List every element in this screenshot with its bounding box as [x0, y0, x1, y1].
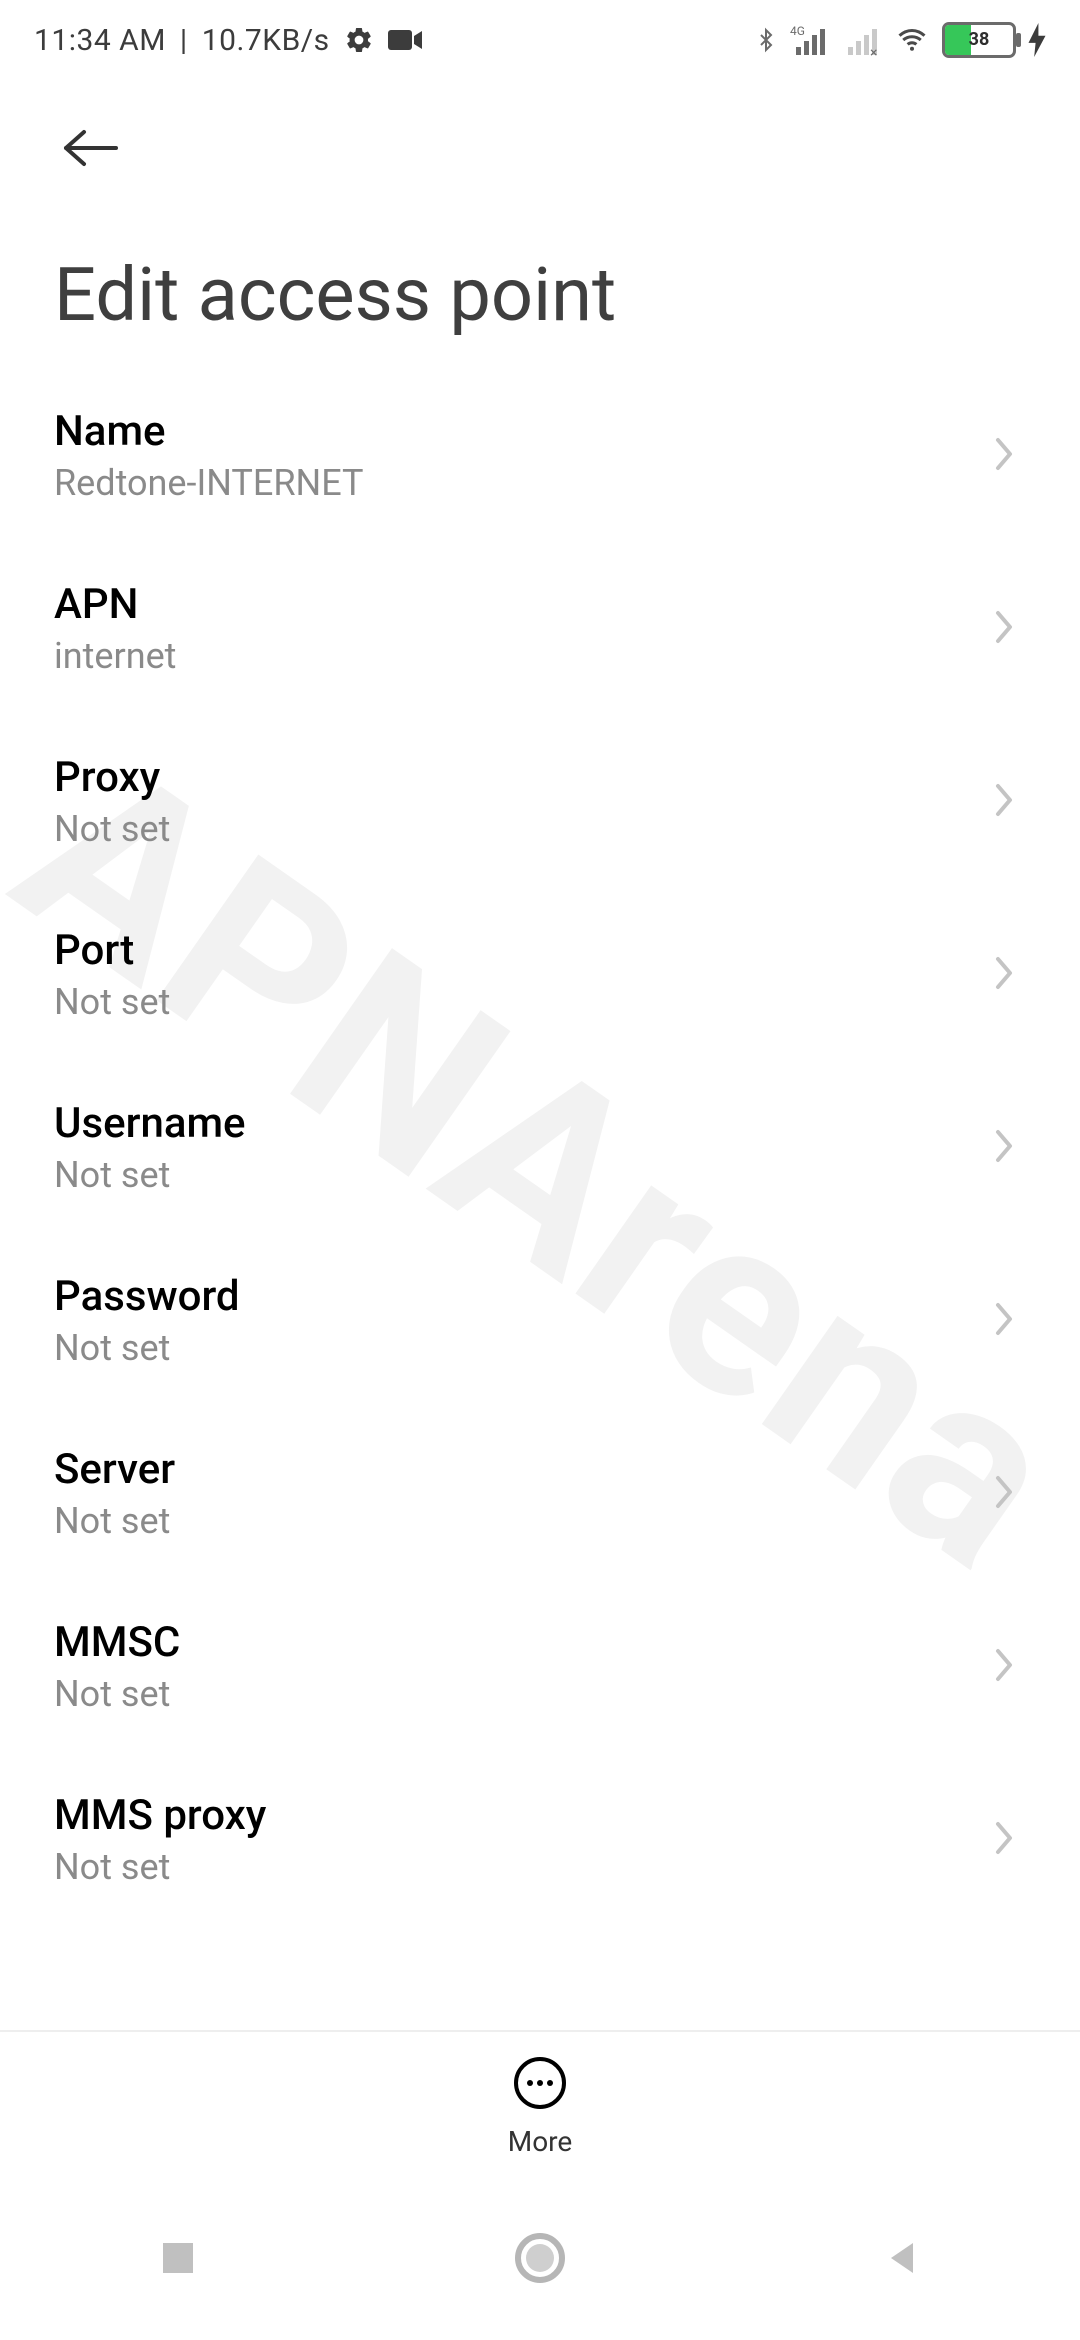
- svg-text:4G: 4G: [790, 24, 805, 38]
- setting-row-mmsc[interactable]: MMSC Not set: [0, 1580, 1080, 1753]
- bottom-action-bar: More: [0, 2030, 1080, 2180]
- chevron-right-icon: [992, 1645, 1016, 1689]
- setting-row-port[interactable]: Port Not set: [0, 888, 1080, 1061]
- status-net-speed: 10.7KB/s: [202, 23, 330, 58]
- wifi-icon: [894, 25, 930, 55]
- setting-value: Redtone-INTERNET: [54, 462, 364, 504]
- setting-row-password[interactable]: Password Not set: [0, 1234, 1080, 1407]
- setting-label: Username: [54, 1099, 246, 1148]
- battery-percent: 38: [969, 29, 990, 50]
- battery-fill: [945, 25, 971, 55]
- setting-row-proxy[interactable]: Proxy Not set: [0, 715, 1080, 888]
- setting-label: Name: [54, 407, 364, 456]
- settings-cog-icon: [344, 25, 374, 55]
- setting-value: Not set: [54, 1846, 266, 1888]
- more-icon: [512, 2055, 568, 2115]
- setting-label: MMSC: [54, 1618, 180, 1667]
- setting-row-apn[interactable]: APN internet: [0, 542, 1080, 715]
- charging-bolt-icon: [1028, 23, 1046, 57]
- bluetooth-icon: [754, 23, 778, 57]
- setting-row-username[interactable]: Username Not set: [0, 1061, 1080, 1234]
- chevron-right-icon: [992, 953, 1016, 997]
- more-button[interactable]: More: [508, 2055, 573, 2158]
- signal-no-sim-icon: ×: [842, 23, 882, 57]
- camera-icon: [388, 28, 422, 52]
- setting-value: Not set: [54, 1673, 180, 1715]
- settings-list: APNArena Name Redtone-INTERNET APN inter…: [0, 369, 1080, 1926]
- setting-value: Not set: [54, 1500, 175, 1542]
- chevron-right-icon: [992, 780, 1016, 824]
- setting-value: Not set: [54, 1327, 240, 1369]
- setting-label: Server: [54, 1445, 175, 1494]
- more-label: More: [508, 2125, 573, 2158]
- status-sep: |: [180, 23, 188, 58]
- setting-value: internet: [54, 635, 176, 677]
- arrow-left-icon: [60, 126, 120, 170]
- nav-back-button[interactable]: [879, 2235, 925, 2285]
- status-bar: 11:34 AM | 10.7KB/s 4G: [0, 0, 1080, 80]
- setting-row-mms-proxy[interactable]: MMS proxy Not set: [0, 1753, 1080, 1926]
- chevron-right-icon: [992, 1299, 1016, 1343]
- setting-label: Port: [54, 926, 170, 975]
- system-nav-bar: [0, 2180, 1080, 2340]
- setting-row-server[interactable]: Server Not set: [0, 1407, 1080, 1580]
- svg-text:×: ×: [870, 45, 877, 57]
- chevron-right-icon: [992, 607, 1016, 651]
- signal-4g-icon: 4G: [790, 23, 830, 57]
- nav-recents-button[interactable]: [155, 2235, 201, 2285]
- setting-value: Not set: [54, 981, 170, 1023]
- setting-value: Not set: [54, 1154, 246, 1196]
- page-title: Edit access point: [0, 194, 1080, 369]
- chevron-right-icon: [992, 1818, 1016, 1862]
- setting-value: Not set: [54, 808, 170, 850]
- chevron-right-icon: [992, 1472, 1016, 1516]
- nav-home-button[interactable]: [512, 2230, 568, 2290]
- status-left: 11:34 AM | 10.7KB/s: [34, 23, 422, 58]
- battery-icon: 38: [942, 22, 1016, 58]
- status-time: 11:34 AM: [34, 23, 166, 58]
- app-bar: [0, 80, 1080, 194]
- content-area: Edit access point APNArena Name Redtone-…: [0, 80, 1080, 2020]
- status-right: 4G × 38: [754, 22, 1046, 58]
- setting-label: Password: [54, 1272, 240, 1321]
- setting-label: Proxy: [54, 753, 170, 802]
- setting-label: APN: [54, 580, 176, 629]
- setting-row-name[interactable]: Name Redtone-INTERNET: [0, 369, 1080, 542]
- chevron-right-icon: [992, 1126, 1016, 1170]
- setting-label: MMS proxy: [54, 1791, 266, 1840]
- chevron-right-icon: [992, 434, 1016, 478]
- back-button[interactable]: [54, 112, 126, 184]
